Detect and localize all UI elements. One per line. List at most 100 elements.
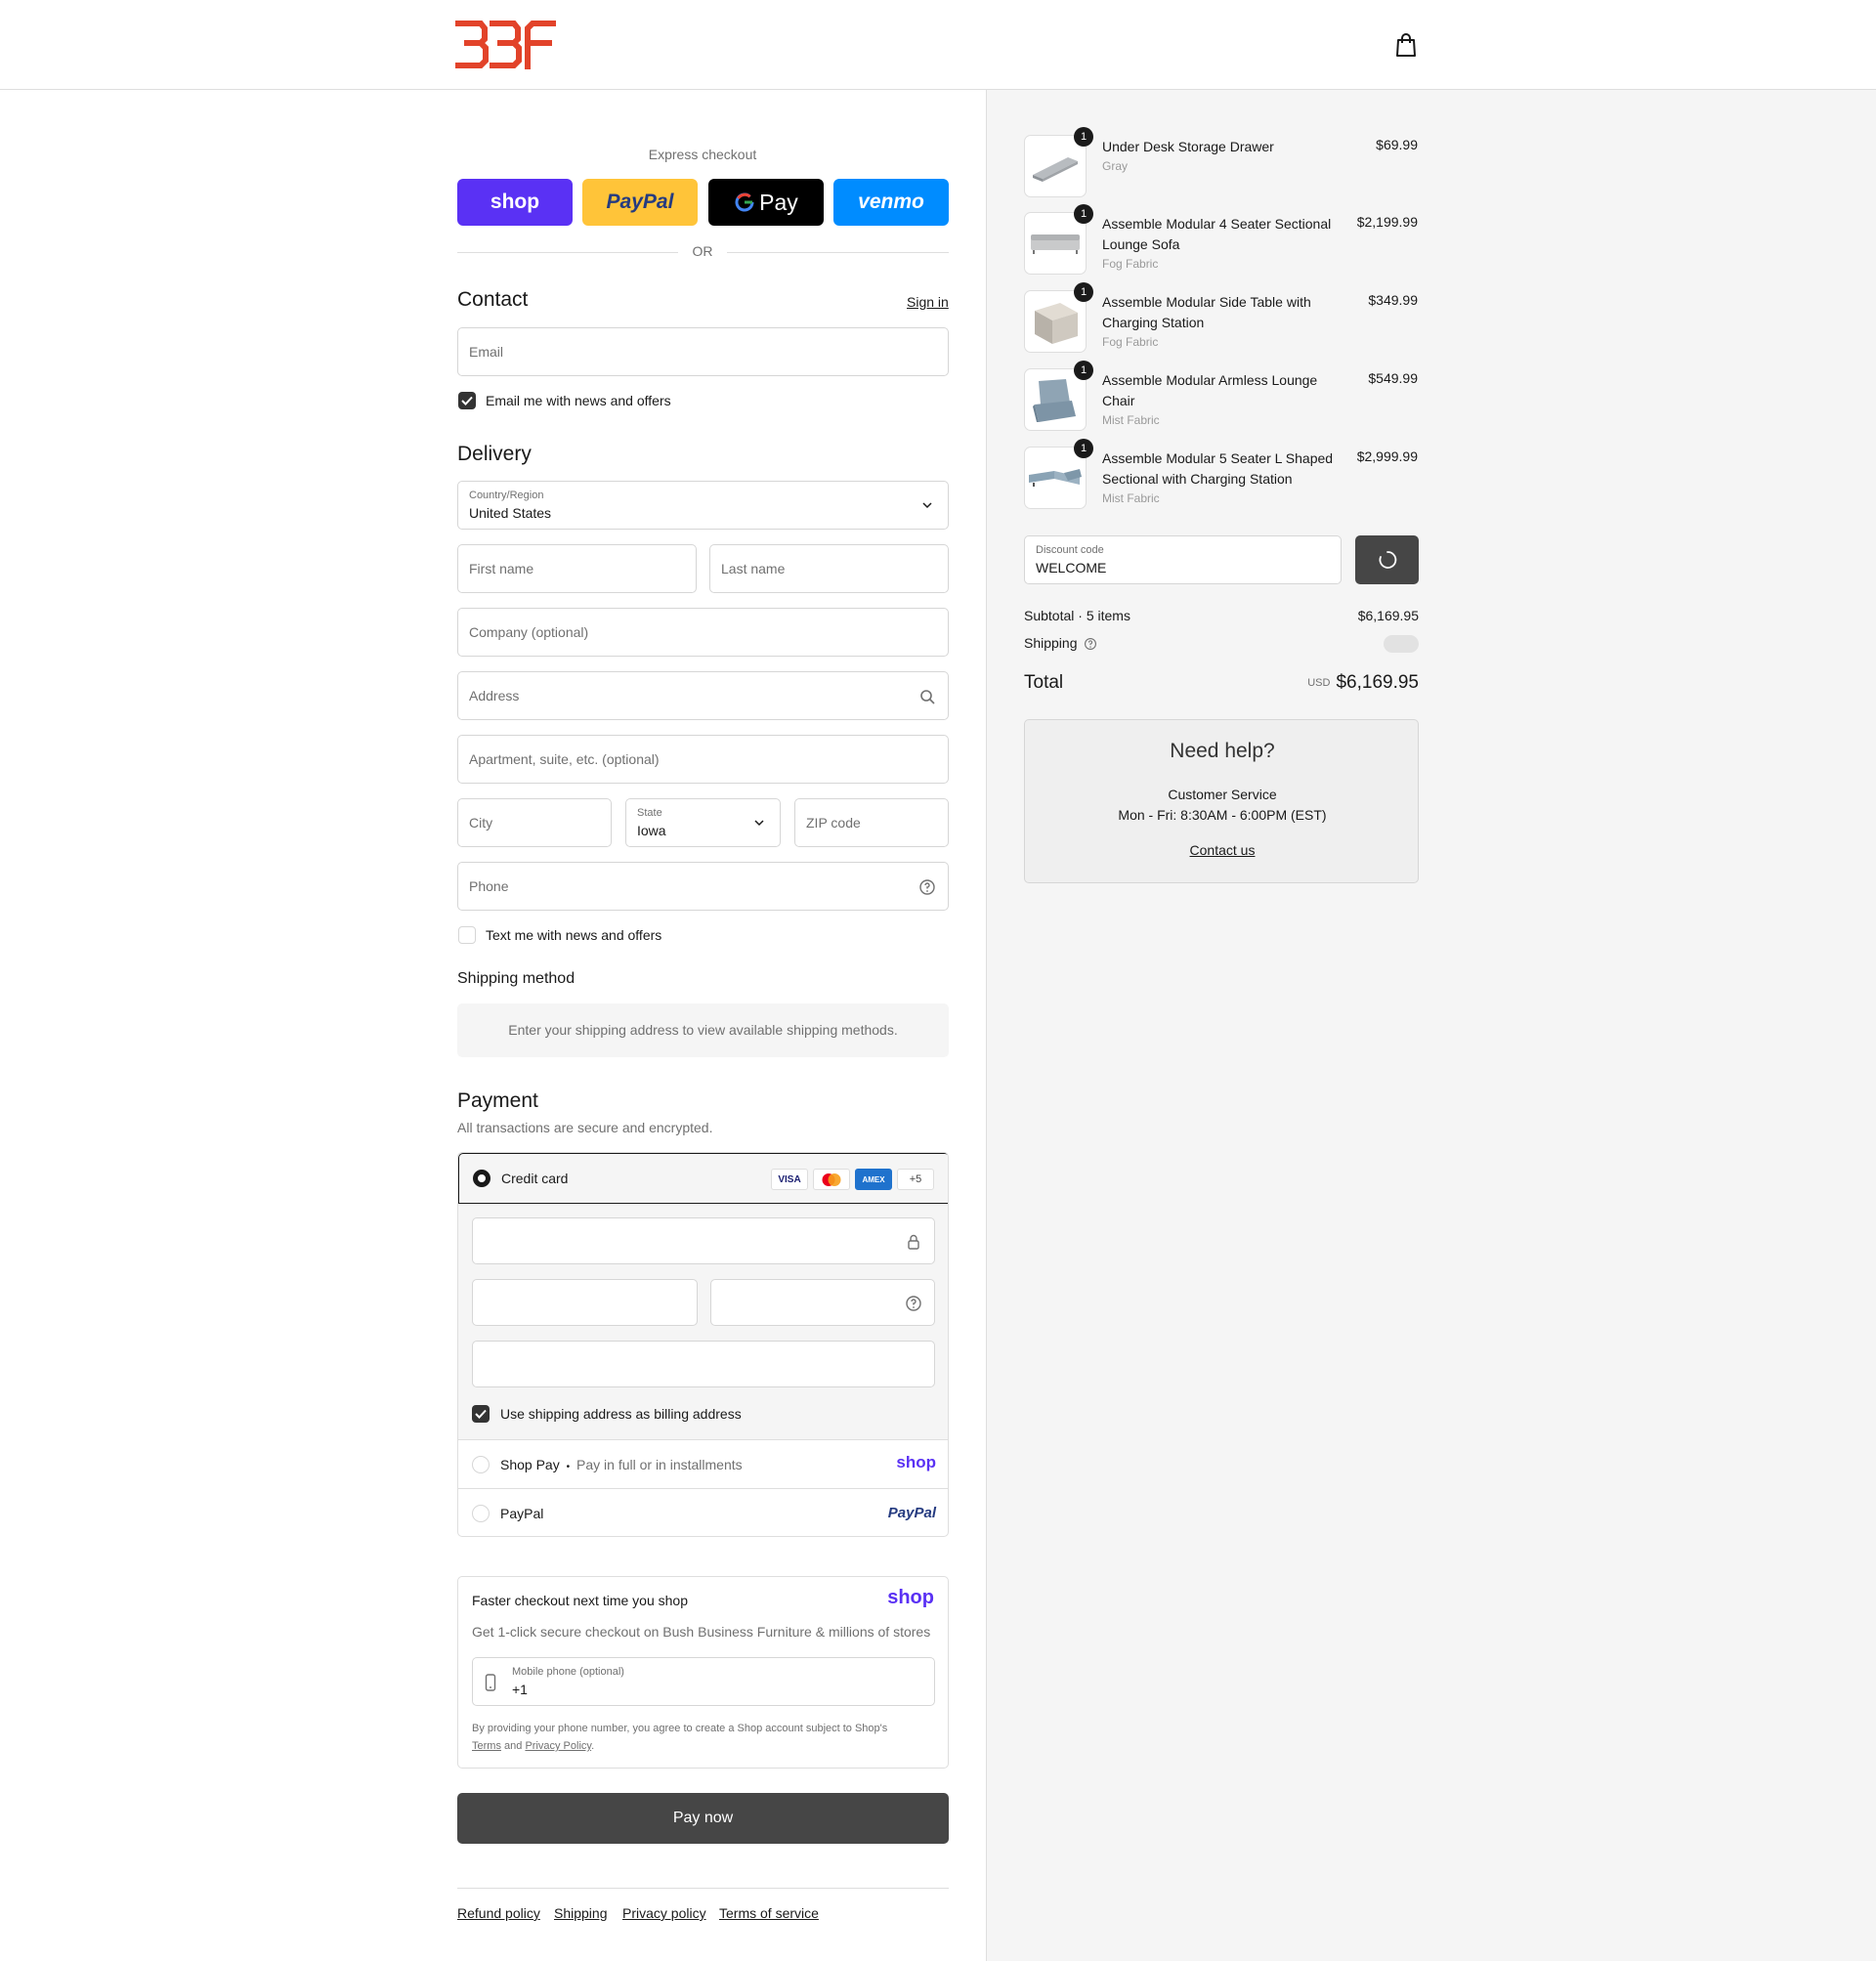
google-g-icon bbox=[735, 192, 754, 212]
payment-subtitle: All transactions are secure and encrypte… bbox=[457, 1120, 713, 1135]
item-variant: Mist Fabric bbox=[1102, 491, 1160, 505]
delivery-heading: Delivery bbox=[457, 443, 532, 465]
item-variant: Fog Fabric bbox=[1102, 257, 1159, 271]
order-item: 1 Assemble Modular 5 Seater L Shaped Sec… bbox=[1024, 439, 1418, 511]
email-field[interactable]: Email bbox=[457, 327, 949, 376]
first-name-field[interactable]: First name bbox=[457, 544, 697, 593]
credit-card-option[interactable]: Credit card VISA AMEX +5 bbox=[458, 1153, 948, 1204]
last-name-field[interactable]: Last name bbox=[709, 544, 949, 593]
shipping-value-loading bbox=[1384, 635, 1419, 653]
credit-card-radio[interactable] bbox=[473, 1170, 490, 1187]
state-value: Iowa bbox=[637, 823, 666, 838]
shop-privacy-link[interactable]: Privacy Policy bbox=[525, 1740, 591, 1752]
shop-pay-option[interactable]: Shop Pay • Pay in full or in installment… bbox=[458, 1440, 948, 1489]
zip-field[interactable]: ZIP code bbox=[794, 798, 949, 847]
sign-in-link[interactable]: Sign in bbox=[907, 294, 949, 310]
quantity-badge: 1 bbox=[1074, 282, 1093, 302]
country-select[interactable]: Country/Region United States bbox=[457, 481, 949, 530]
quantity-badge: 1 bbox=[1074, 127, 1093, 147]
subtotal-value: $6,169.95 bbox=[1357, 608, 1419, 623]
help-circle-icon[interactable] bbox=[918, 878, 936, 896]
shop-pay-radio[interactable] bbox=[472, 1456, 490, 1473]
help-box: Need help? Customer Service Mon - Fri: 8… bbox=[1024, 719, 1419, 883]
google-pay-express-button[interactable]: Pay bbox=[708, 179, 824, 226]
phone-placeholder: Phone bbox=[469, 878, 509, 894]
item-name: Assemble Modular 4 Seater Sectional Loun… bbox=[1102, 214, 1346, 274]
contact-us-link[interactable]: Contact us bbox=[1025, 842, 1420, 858]
credit-card-label: Credit card bbox=[501, 1171, 569, 1186]
apartment-placeholder: Apartment, suite, etc. (optional) bbox=[469, 751, 660, 767]
card-security-code-field[interactable] bbox=[710, 1279, 935, 1326]
item-variant: Gray bbox=[1102, 159, 1129, 173]
billing-same-checkbox[interactable] bbox=[472, 1405, 490, 1423]
phone-field[interactable]: Phone bbox=[457, 862, 949, 911]
help-circle-icon[interactable] bbox=[1084, 637, 1097, 651]
shipping-method-heading: Shipping method bbox=[457, 970, 576, 987]
last-name-placeholder: Last name bbox=[721, 561, 786, 576]
visa-card-icon: VISA bbox=[771, 1169, 808, 1190]
chevron-down-icon bbox=[754, 820, 764, 827]
order-item: 1 Under Desk Storage Drawer Gray $69.99 bbox=[1024, 127, 1418, 199]
city-field[interactable]: City bbox=[457, 798, 612, 847]
venmo-express-button[interactable]: venmo bbox=[833, 179, 949, 226]
order-item: 1 Assemble Modular Side Table with Charg… bbox=[1024, 282, 1418, 355]
country-value: United States bbox=[469, 505, 552, 521]
express-checkout-label: Express checkout bbox=[648, 147, 757, 162]
item-name: Assemble Modular Armless Lounge Chair Mis… bbox=[1102, 370, 1346, 430]
card-number-field[interactable] bbox=[472, 1217, 935, 1264]
paypal-option[interactable]: PayPal PayPal bbox=[458, 1489, 948, 1536]
help-title: Need help? bbox=[1170, 740, 1275, 762]
discount-code-field[interactable]: Discount code WELCOME bbox=[1024, 535, 1342, 584]
state-select[interactable]: State Iowa bbox=[625, 798, 781, 847]
apply-discount-button[interactable] bbox=[1355, 535, 1419, 584]
discount-code-value: WELCOME bbox=[1036, 560, 1107, 576]
currency-code: USD bbox=[1307, 676, 1331, 689]
cart-bag-icon[interactable] bbox=[1393, 31, 1419, 59]
total-amount: USD $6,169.95 bbox=[1307, 672, 1419, 694]
credit-card-form: Use shipping address as billing address bbox=[458, 1204, 948, 1440]
company-field[interactable]: Company (optional) bbox=[457, 608, 949, 657]
refund-policy-link[interactable]: Refund policy bbox=[457, 1905, 540, 1921]
bbf-logo[interactable] bbox=[455, 20, 557, 70]
quantity-badge: 1 bbox=[1074, 439, 1093, 458]
chevron-down-icon bbox=[922, 502, 932, 509]
total-value: $6,169.95 bbox=[1336, 672, 1419, 693]
city-placeholder: City bbox=[469, 815, 493, 831]
order-item: 1 Assemble Modular Armless Lounge Chair M… bbox=[1024, 361, 1418, 433]
shop-pay-express-button[interactable]: shop bbox=[457, 179, 573, 226]
address-field[interactable]: Address bbox=[457, 671, 949, 720]
apartment-field[interactable]: Apartment, suite, etc. (optional) bbox=[457, 735, 949, 784]
shop-pay-logo: shop bbox=[896, 1453, 936, 1471]
address-placeholder: Address bbox=[469, 688, 520, 703]
footer-divider bbox=[457, 1888, 949, 1889]
mobile-phone-field[interactable]: Mobile phone (optional) +1 bbox=[472, 1657, 935, 1706]
mobile-phone-value: +1 bbox=[512, 1682, 528, 1697]
help-circle-icon[interactable] bbox=[905, 1295, 922, 1312]
mastercard-icon bbox=[813, 1169, 850, 1190]
first-name-placeholder: First name bbox=[469, 561, 534, 576]
shop-promo-subtitle: Get 1-click secure checkout on Bush Busi… bbox=[472, 1624, 931, 1640]
terms-of-service-link[interactable]: Terms of service bbox=[719, 1905, 819, 1921]
email-news-checkbox[interactable] bbox=[458, 392, 476, 409]
item-name: Under Desk Storage Drawer Gray bbox=[1102, 137, 1346, 176]
or-divider-right bbox=[727, 252, 949, 253]
paypal-logo: PayPal bbox=[887, 1505, 936, 1521]
shop-terms-link[interactable]: Terms bbox=[472, 1740, 501, 1752]
email-news-label: Email me with news and offers bbox=[486, 393, 671, 408]
privacy-policy-link[interactable]: Privacy policy bbox=[622, 1905, 706, 1921]
billing-same-label: Use shipping address as billing address bbox=[500, 1406, 742, 1422]
item-name: Assemble Modular 5 Seater L Shaped Secti… bbox=[1102, 448, 1346, 508]
paypal-express-button[interactable]: PayPal bbox=[582, 179, 698, 226]
paypal-radio[interactable] bbox=[472, 1505, 490, 1522]
or-divider-text: OR bbox=[692, 243, 713, 259]
text-news-checkbox[interactable] bbox=[458, 926, 476, 944]
pay-now-button[interactable]: Pay now bbox=[457, 1793, 949, 1844]
shipping-policy-link[interactable]: Shipping bbox=[554, 1905, 608, 1921]
email-placeholder: Email bbox=[469, 344, 504, 360]
card-name-field[interactable] bbox=[472, 1341, 935, 1387]
total-label: Total bbox=[1024, 672, 1064, 693]
shop-account-box: Faster checkout next time you shop shop … bbox=[457, 1576, 949, 1769]
card-expiry-field[interactable] bbox=[472, 1279, 698, 1326]
item-price: $549.99 bbox=[1368, 370, 1418, 386]
contact-heading: Contact bbox=[457, 288, 529, 311]
